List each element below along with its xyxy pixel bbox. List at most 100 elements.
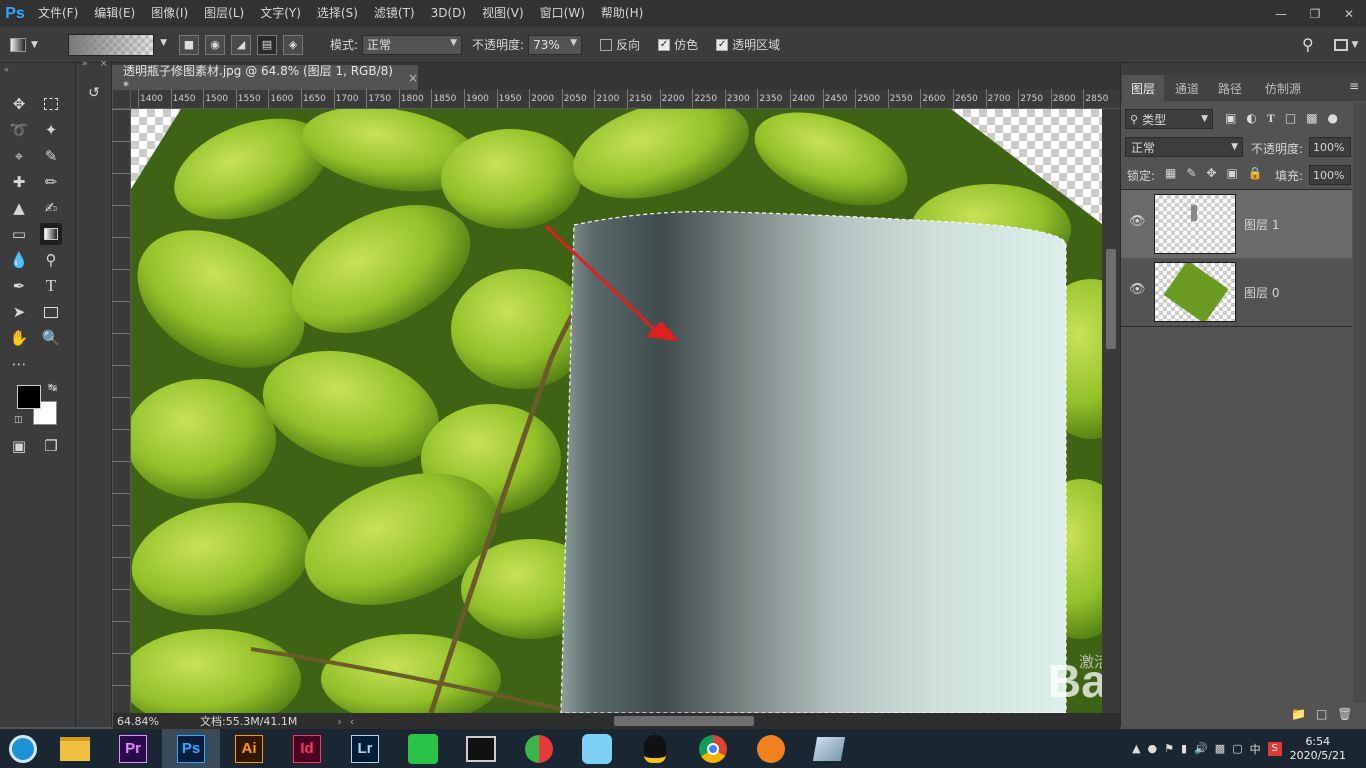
menu-item-6[interactable]: 滤镜(T) (366, 0, 423, 27)
tray-battery-icon[interactable]: ▮ (1181, 742, 1187, 755)
bottle-gradient-selection[interactable] (560, 210, 1067, 713)
blend-mode-select[interactable]: 正常 ▼ (1125, 137, 1243, 157)
layer-1-name[interactable]: 图层 1 (1244, 216, 1279, 233)
eye-icon[interactable]: 👁 (1129, 282, 1146, 297)
workspace-switcher[interactable]: ▼ (1326, 38, 1366, 51)
close-window-button[interactable]: ✕ (1332, 3, 1366, 25)
adjustment-filter-icon[interactable]: ◐ (1246, 111, 1256, 126)
path-selection-tool-icon[interactable]: ➤ (8, 301, 30, 323)
sogou-icon[interactable]: S (1267, 741, 1282, 756)
cloud-app-icon[interactable] (568, 729, 626, 768)
tray-qq-icon[interactable]: ● (1148, 742, 1158, 755)
horizontal-scroll-thumb[interactable] (614, 716, 755, 726)
radial-gradient-button[interactable]: ◉ (205, 34, 225, 55)
tool-preset-picker[interactable]: ▼ (0, 31, 48, 59)
search-icon[interactable]: ⚲ (1302, 35, 1326, 54)
tab-channels[interactable]: 通道 (1166, 75, 1208, 101)
history-panel-icon[interactable]: ↺ (82, 81, 106, 105)
layer-opacity-input[interactable]: 100% (1309, 137, 1351, 157)
qq-icon[interactable] (626, 729, 684, 768)
video-editor-icon[interactable] (452, 729, 510, 768)
document-info[interactable]: 文档:55.3M/41.1M (200, 713, 297, 729)
tray-chat-icon[interactable]: ▢ (1232, 742, 1242, 755)
lock-paint-icon[interactable]: ✎ (1186, 166, 1196, 180)
new-group-icon[interactable]: 📁 (1291, 707, 1306, 721)
menu-item-0[interactable]: 文件(F) (30, 0, 86, 27)
tab-clone-source[interactable]: 仿制源 (1253, 75, 1313, 101)
gradient-tool-icon[interactable] (40, 223, 62, 245)
lock-all-icon[interactable]: 🔒 (1248, 166, 1263, 180)
ime-indicator[interactable]: 中 (1250, 741, 1261, 757)
restore-button[interactable]: ❐ (1298, 3, 1332, 25)
lasso-tool-icon[interactable]: ➰ (8, 119, 30, 141)
screen-mode-icon[interactable]: ❐ (40, 435, 62, 457)
rectangle-tool-icon[interactable] (40, 301, 62, 323)
type-filter-icon[interactable]: T (1267, 111, 1275, 126)
smart-object-filter-icon[interactable]: ▩ (1306, 111, 1317, 126)
clock[interactable]: 6:54 2020/5/21 (1290, 735, 1346, 763)
mode-select[interactable]: 正常 ▼ (362, 34, 463, 55)
layer-0-name[interactable]: 图层 0 (1244, 284, 1279, 301)
shape-filter-icon[interactable]: □ (1285, 111, 1296, 126)
tray-flag-icon[interactable]: ⚑ (1164, 742, 1174, 755)
browser-360-icon[interactable] (0, 729, 46, 768)
vertical-scrollbar[interactable] (1102, 109, 1120, 713)
menu-item-1[interactable]: 编辑(E) (86, 0, 143, 27)
more-tools-icon[interactable]: ⋯ (8, 353, 30, 375)
vertical-scroll-thumb[interactable] (1106, 249, 1116, 349)
layer-row-0[interactable]: 👁 图层 0 (1121, 258, 1352, 326)
orange-app-icon[interactable] (742, 729, 800, 768)
premiere-icon[interactable]: Pr (104, 729, 162, 768)
menu-item-10[interactable]: 帮助(H) (593, 0, 651, 27)
diamond-gradient-button[interactable]: ◈ (283, 34, 303, 55)
menu-item-3[interactable]: 图层(L) (196, 0, 252, 27)
close-tab-button[interactable]: × (408, 71, 418, 85)
magic-wand-tool-icon[interactable]: ✦ (40, 119, 62, 141)
panel-scrollbar[interactable] (1353, 103, 1366, 703)
panel-menu-icon[interactable]: ≡ (1349, 79, 1359, 93)
menu-item-5[interactable]: 选择(S) (309, 0, 366, 27)
chrome-icon[interactable] (684, 729, 742, 768)
expand-icon[interactable]: » (82, 59, 88, 69)
new-layer-icon[interactable]: □ (1316, 707, 1327, 721)
quick-mask-icon[interactable]: ▣ (8, 435, 30, 457)
glass-app-icon[interactable] (800, 729, 858, 768)
red-green-app-icon[interactable] (510, 729, 568, 768)
tray-volume-icon[interactable]: 🔊 (1194, 742, 1208, 755)
reflected-gradient-button[interactable]: ▤ (257, 34, 277, 55)
document-canvas[interactable]: Bai 激活 Windows (131, 109, 1102, 713)
file-explorer-icon[interactable] (46, 729, 104, 768)
stamp-tool-icon[interactable]: ▲ (8, 197, 30, 219)
crop-tool-icon[interactable]: ⌖ (8, 145, 30, 167)
opacity-input[interactable]: 73% ▼ (528, 34, 583, 55)
lightroom-icon[interactable]: Lr (336, 729, 394, 768)
close-icon[interactable]: × (100, 59, 108, 69)
tray-network-icon[interactable]: ▩ (1215, 742, 1225, 755)
ruler-origin[interactable] (113, 90, 131, 109)
chevron-left-icon[interactable]: ‹ (350, 715, 354, 728)
tray-expand-icon[interactable]: ▲ (1132, 742, 1140, 755)
dodge-tool-icon[interactable]: ⚲ (40, 249, 62, 271)
eye-icon[interactable]: 👁 (1129, 214, 1146, 229)
transparency-checkbox[interactable]: ✓ (716, 38, 729, 51)
healing-brush-tool-icon[interactable]: ✚ (8, 171, 30, 193)
illustrator-icon[interactable]: Ai (220, 729, 278, 768)
reverse-checkbox[interactable] (600, 38, 613, 51)
collapse-icon[interactable]: « (4, 65, 9, 74)
indesign-icon[interactable]: Id (278, 729, 336, 768)
blur-tool-icon[interactable]: 💧 (8, 249, 30, 271)
filter-toggle-icon[interactable]: ● (1328, 111, 1338, 126)
tab-paths[interactable]: 路径 (1209, 75, 1251, 101)
layer-filter-select[interactable]: ⚲ 类型 ▼ (1125, 109, 1213, 129)
tab-layers[interactable]: 图层 (1122, 75, 1164, 101)
document-tab[interactable]: 透明瓶子修图素材.jpg @ 64.8% (图层 1, RGB/8) * × (113, 64, 418, 93)
eraser-tool-icon[interactable]: ▭ (8, 223, 30, 245)
layer-row-1[interactable]: 👁 图层 1 (1121, 190, 1352, 258)
hand-tool-icon[interactable]: ✋ (8, 327, 30, 349)
brush-tool-icon[interactable]: ✏ (40, 171, 62, 193)
menu-item-8[interactable]: 视图(V) (474, 0, 532, 27)
green-app-icon[interactable] (394, 729, 452, 768)
zoom-level[interactable]: 64.84% (117, 715, 197, 728)
gradient-picker[interactable]: ▼ (68, 33, 167, 56)
fill-input[interactable]: 100% (1309, 165, 1351, 185)
